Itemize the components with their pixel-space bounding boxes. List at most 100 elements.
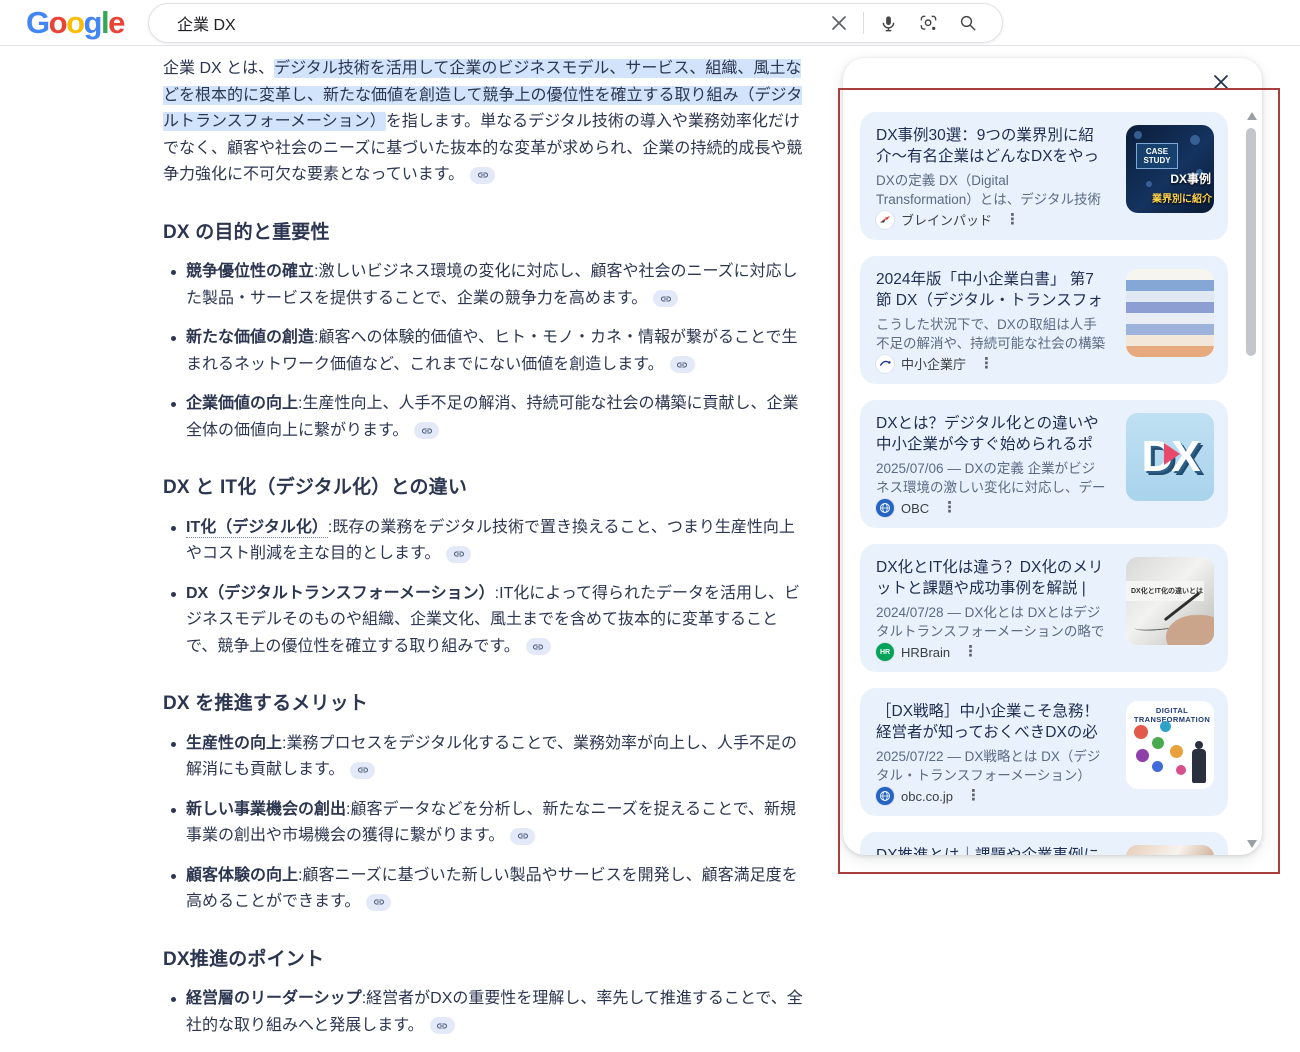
- source-card[interactable]: DX事例30選：9つの業界別に紹介〜有名企業はどんなDXをやって... DXの定…: [860, 112, 1228, 240]
- list-item: 新しい事業機会の創出:顧客データなどを分析し、新たなニーズを捉えることで、新規事…: [163, 797, 805, 850]
- more-options-icon[interactable]: ⋮: [942, 502, 957, 514]
- bullet-lead: DX（デジタルトランスフォーメーション）: [186, 585, 495, 602]
- bullet-lead: 経営層のリーダーシップ: [186, 990, 362, 1007]
- source-card[interactable]: DX推進とは｜課題や企業事例につ: [860, 832, 1228, 855]
- section-title: DX を推進するメリット: [163, 691, 805, 718]
- logo-letter: o: [49, 5, 66, 40]
- obc-favicon: [876, 499, 894, 517]
- search-icon[interactable]: [948, 3, 988, 43]
- search-input[interactable]: 企業 DX: [177, 11, 819, 35]
- bullet-lead-definition[interactable]: IT化（デジタル化）: [186, 519, 328, 538]
- list-item: DX（デジタルトランスフォーメーション）:IT化によって得られたデータを活用し、…: [163, 581, 805, 661]
- thumbnail-text: DX事例: [1170, 170, 1211, 187]
- bullet-lead: 新たな価値の創造: [186, 329, 314, 346]
- card-snippet: 2024/07/28 — DX化とは DXとはデジタルトランスフォーメーションの…: [876, 603, 1108, 641]
- top-header: Google 企業 DX: [0, 0, 1300, 46]
- logo-letter: l: [101, 5, 108, 40]
- list-item: 生産性の向上:業務プロセスをデジタル化することで、業務効率が向上し、人手不足の解…: [163, 731, 805, 784]
- list-item: 競争優位性の確立:激しいビジネス環境の変化に対応し、顧客や社会のニーズに対応した…: [163, 259, 805, 312]
- citation-link-icon[interactable]: [446, 546, 471, 563]
- source-card-list: DX事例30選：9つの業界別に紹介〜有名企業はどんなDXをやって... DXの定…: [860, 112, 1228, 855]
- section-list: IT化（デジタル化）:既存の業務をデジタル技術で置き換えること、つまり生産性向上…: [163, 515, 805, 661]
- citation-link-icon[interactable]: [430, 1017, 455, 1034]
- thumbnail-badge: CASE STUDY: [1136, 143, 1178, 169]
- search-bar[interactable]: 企業 DX: [148, 3, 1003, 43]
- section-title: DX の目的と重要性: [163, 220, 805, 247]
- card-source-name: 中小企業庁: [901, 354, 966, 373]
- card-snippet: こうした状況下で、DXの取組は人手不足の解消や、持続可能な社会の構築に...: [876, 315, 1108, 353]
- scroll-down-arrow[interactable]: [1247, 840, 1257, 848]
- card-title[interactable]: 2024年版「中小企業白書」 第7節 DX（デジタル・トランスフォー...: [876, 269, 1108, 311]
- citation-link-icon[interactable]: [366, 894, 391, 911]
- obc-favicon: [876, 787, 894, 805]
- list-item: 顧客体験の向上:顧客ニーズに基づいた新しい製品やサービスを開発し、顧客満足度を高…: [163, 863, 805, 916]
- chusho-favicon: [876, 355, 894, 373]
- sources-side-panel: DX事例30選：9つの業界別に紹介〜有名企業はどんなDXをやって... DXの定…: [843, 58, 1262, 855]
- card-source-name: ブレインパッド: [901, 210, 992, 229]
- bullet-lead: 顧客体験の向上: [186, 867, 298, 884]
- card-thumbnail[interactable]: DIGITAL TRANSFORMATION: [1126, 701, 1214, 789]
- more-options-icon[interactable]: ⋮: [963, 646, 978, 658]
- list-item: 企業価値の向上:生産性向上、人手不足の解消、持続可能な社会の構築に貢献し、企業全…: [163, 391, 805, 444]
- logo-letter: e: [108, 5, 124, 40]
- intro-paragraph: 企業 DX とは、デジタル技術を活用して企業のビジネスモデル、サービス、組織、風…: [163, 56, 805, 189]
- citation-link-icon[interactable]: [350, 762, 375, 779]
- card-snippet: 2025/07/06 — DXの定義 企業がビジネス環境の激しい変化に対応し、デ…: [876, 459, 1108, 497]
- section-list: 生産性の向上:業務プロセスをデジタル化することで、業務効率が向上し、人手不足の解…: [163, 731, 805, 916]
- logo-letter: G: [26, 5, 49, 40]
- list-item: 経営層のリーダーシップ:経営者がDXの重要性を理解し、率先して推進することで、全…: [163, 986, 805, 1039]
- citation-link-icon[interactable]: [414, 422, 439, 439]
- citation-link-icon[interactable]: [653, 290, 678, 307]
- card-thumbnail[interactable]: DX化とIT化の違いとは: [1126, 557, 1214, 645]
- citation-link-icon[interactable]: [526, 638, 551, 655]
- card-title[interactable]: DX化とIT化は違う？DX化のメリットと課題や成功事例を解説 | HR...: [876, 557, 1108, 599]
- scroll-up-arrow[interactable]: [1247, 112, 1257, 120]
- divider: [863, 12, 864, 34]
- bullet-lead: 生産性の向上: [186, 735, 282, 752]
- more-options-icon[interactable]: ⋮: [1005, 214, 1020, 226]
- card-thumbnail[interactable]: [1126, 845, 1214, 855]
- scrollbar-thumb[interactable]: [1246, 128, 1256, 356]
- ai-overview-content: 企業 DX とは、デジタル技術を活用して企業のビジネスモデル、サービス、組織、風…: [163, 52, 805, 1052]
- close-icon[interactable]: [1211, 72, 1231, 92]
- citation-link-icon[interactable]: [510, 828, 535, 845]
- source-card[interactable]: DXとは？デジタル化との違いや中小企業が今すぐ始められるポイ... 2025/0…: [860, 400, 1228, 528]
- card-snippet: DXの定義 DX（Digital Transformation）とは、デジタル技…: [876, 171, 1108, 209]
- list-item: 新たな価値の創造:顧客への体験的価値や、ヒト・モノ・カネ・情報が繋がることで生ま…: [163, 325, 805, 378]
- thumbnail-text: 業界別に紹介: [1152, 190, 1212, 205]
- card-source-name: OBC: [901, 501, 929, 516]
- card-thumbnail[interactable]: CASE STUDY DX事例 業界別に紹介: [1126, 125, 1214, 213]
- list-item: IT化（デジタル化）:既存の業務をデジタル技術で置き換えること、つまり生産性向上…: [163, 515, 805, 568]
- card-title[interactable]: DXとは？デジタル化との違いや中小企業が今すぐ始められるポイ...: [876, 413, 1108, 455]
- card-title[interactable]: DX事例30選：9つの業界別に紹介〜有名企業はどんなDXをやって...: [876, 125, 1108, 167]
- card-thumbnail[interactable]: [1126, 269, 1214, 357]
- citation-link-icon[interactable]: [470, 167, 495, 184]
- source-card[interactable]: ［DX戦略］中小企業こそ急務！経営者が知っておくべきDXの必要... 2025/…: [860, 688, 1228, 816]
- card-thumbnail[interactable]: DX: [1126, 413, 1214, 501]
- section-list: 競争優位性の確立:激しいビジネス環境の変化に対応し、顧客や社会のニーズに対応した…: [163, 259, 805, 444]
- citation-link-icon[interactable]: [670, 356, 695, 373]
- card-snippet: 2025/07/22 — DX戦略とは DX（デジタル・トランスフォーメーション…: [876, 747, 1108, 785]
- intro-pre: 企業 DX とは、: [163, 60, 274, 77]
- thumbnail-text: DIGITAL TRANSFORMATION: [1130, 706, 1214, 724]
- google-logo[interactable]: Google: [26, 6, 124, 40]
- more-options-icon[interactable]: ⋮: [979, 358, 994, 370]
- card-source-name: HRBrain: [901, 645, 950, 660]
- thumbnail-caption: DX化とIT化の違いとは: [1131, 586, 1203, 596]
- source-card[interactable]: 2024年版「中小企業白書」 第7節 DX（デジタル・トランスフォー... こう…: [860, 256, 1228, 384]
- card-title[interactable]: ［DX戦略］中小企業こそ急務！経営者が知っておくべきDXの必要...: [876, 701, 1108, 743]
- hrbrain-favicon: HR: [876, 643, 894, 661]
- card-title[interactable]: DX推進とは｜課題や企業事例につ: [876, 845, 1108, 855]
- more-options-icon[interactable]: ⋮: [966, 790, 981, 802]
- source-card[interactable]: DX化とIT化は違う？DX化のメリットと課題や成功事例を解説 | HR... 2…: [860, 544, 1228, 672]
- clear-icon[interactable]: [819, 3, 859, 43]
- google-lens-icon[interactable]: [908, 3, 948, 43]
- bullet-lead: 新しい事業機会の創出: [186, 801, 346, 818]
- logo-letter: o: [66, 5, 83, 40]
- section-title: DX推進のポイント: [163, 947, 805, 974]
- logo-letter: g: [84, 5, 101, 40]
- microphone-icon[interactable]: [868, 3, 908, 43]
- brainpad-favicon: [876, 211, 894, 229]
- panel-scrollbar[interactable]: [1246, 108, 1257, 848]
- card-source-name: obc.co.jp: [901, 789, 953, 804]
